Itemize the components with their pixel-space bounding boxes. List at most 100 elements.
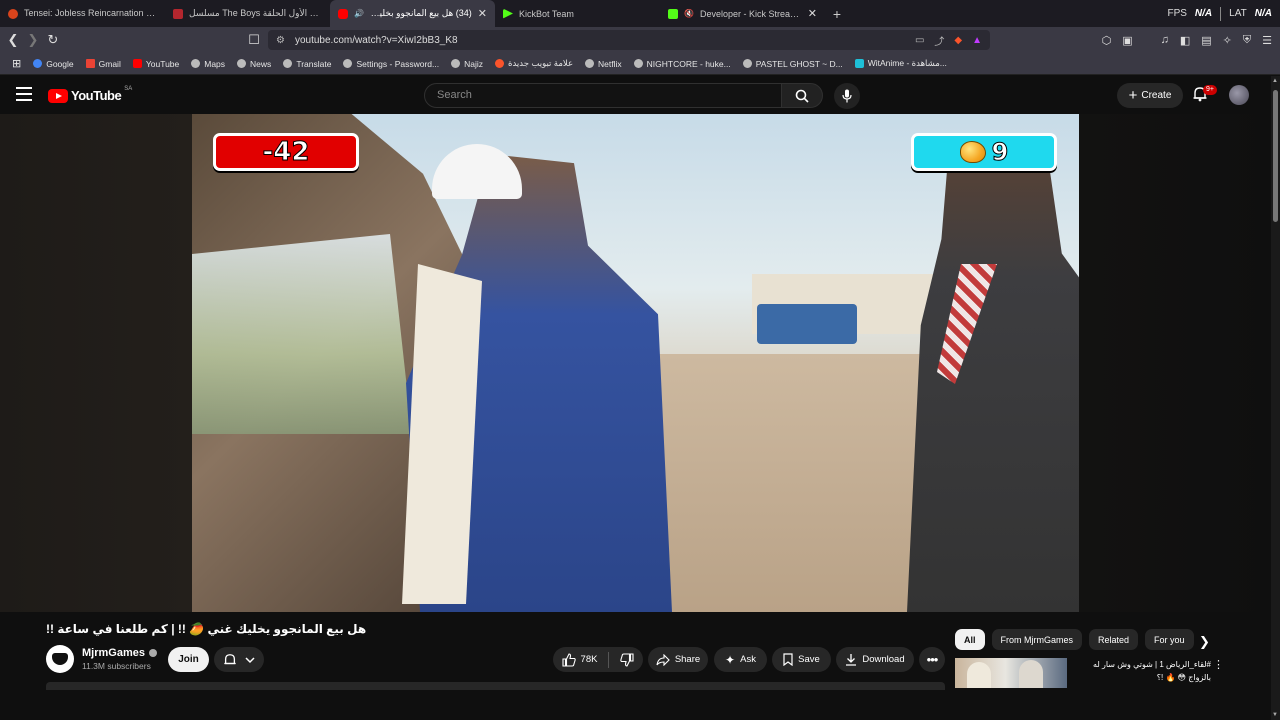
like-count[interactable]: 78K — [581, 654, 598, 665]
scrollbar-thumb[interactable] — [1273, 90, 1278, 222]
share-page-icon[interactable]: ⤴ — [934, 33, 944, 48]
channel-name-row[interactable]: MjrmGames — [82, 647, 157, 659]
bookmarks-bar: ⊞ Google Gmail YouTube Maps News Transla… — [0, 53, 1280, 75]
media-icon[interactable]: ♫ — [1161, 34, 1169, 46]
subscribed-notifications-button[interactable] — [214, 647, 264, 672]
new-tab-button[interactable]: + — [825, 0, 849, 27]
bookmark-label: Najiz — [464, 58, 484, 69]
bookmark-item[interactable]: Google — [27, 59, 79, 69]
video-title: هل بيع المانجوو يخليك غني 🥭 !! | كم طلعن… — [46, 622, 367, 636]
download-button[interactable]: Download — [836, 647, 914, 672]
video-player[interactable]: -42 9 — [192, 114, 1079, 612]
lat-value: N/A — [1254, 8, 1272, 19]
tab-title: KickBot Team — [519, 8, 574, 19]
brave-shield-icon[interactable]: ◆ — [954, 35, 962, 46]
browser-tab-active[interactable]: 🔊 (34) هل بيع المانجوو بخليك غني ✕ — [330, 0, 495, 27]
address-bar[interactable]: ⚙ youtube.com/watch?v=XiwI2bB3_K8 ▭ ⤴ ◆ … — [268, 30, 990, 50]
bookmark-item[interactable]: WitAnime - مشاهدة... — [849, 58, 953, 69]
vpn-icon[interactable]: ⛨ — [1243, 34, 1251, 47]
join-button[interactable]: Join — [168, 647, 209, 672]
browser-tab[interactable]: 🔇 Developer - Kick Streaming ✕ — [660, 0, 825, 27]
leo-ai-icon[interactable]: ✧ — [1223, 34, 1232, 47]
chip-related[interactable]: Related — [1089, 629, 1139, 650]
search-button[interactable] — [781, 83, 823, 108]
bookmark-item[interactable]: Najiz — [445, 59, 489, 69]
video-frame-truck — [757, 304, 857, 344]
tab-title: Tensei: Jobless Reincarnation شاهد — [24, 8, 157, 18]
bookmark-item[interactable]: Settings - Password... — [337, 59, 445, 69]
bookmark-item[interactable]: علامة تبويب جديدة — [489, 58, 579, 69]
url-text[interactable]: youtube.com/watch?v=XiwI2bB3_K8 — [295, 35, 905, 46]
mango-icon — [959, 141, 986, 163]
browser-tab[interactable]: Tensei: Jobless Reincarnation شاهد — [0, 0, 165, 27]
rewards-icon[interactable]: ▲ — [972, 35, 982, 46]
fps-value: N/A — [1194, 8, 1213, 19]
channel-avatar[interactable] — [46, 645, 74, 673]
sidebar-icon[interactable]: ◧ — [1180, 34, 1190, 47]
reader-mode-icon[interactable]: ▣ — [1122, 34, 1132, 47]
account-avatar[interactable] — [1229, 85, 1249, 105]
close-tab-icon[interactable]: ✕ — [808, 7, 817, 20]
site-info-icon[interactable]: ⚙ — [276, 35, 285, 46]
description-box[interactable] — [46, 682, 945, 690]
hamburger-menu-icon[interactable] — [16, 87, 32, 101]
like-icon[interactable] — [561, 652, 576, 667]
share-button[interactable]: Share — [648, 647, 708, 672]
wallet-icon[interactable]: ▤ — [1201, 34, 1211, 47]
youtube-play-icon — [48, 88, 68, 103]
chip-for-you[interactable]: For you — [1145, 629, 1194, 650]
bookmark-item[interactable]: News — [231, 59, 277, 69]
reload-icon[interactable]: ↻ — [43, 30, 63, 50]
bookmark-item[interactable]: PASTEL GHOST ~ D... — [737, 59, 849, 69]
bookmark-item[interactable]: YouTube — [127, 59, 185, 69]
video-frame-person-right — [907, 134, 1079, 612]
extensions-area: ⬡ ▣ ♫ ◧ ▤ ✧ ⛨ ☰ — [1102, 30, 1272, 50]
recommendation-thumbnail[interactable] — [955, 658, 1067, 688]
bookmark-item[interactable]: Translate — [277, 59, 337, 69]
close-tab-icon[interactable]: ✕ — [478, 7, 487, 20]
browser-tab[interactable]: KickBot Team — [495, 0, 660, 27]
apps-grid-icon[interactable]: ⊞ — [6, 57, 27, 70]
back-icon[interactable]: ❮ — [3, 30, 23, 50]
recommendation-title[interactable]: #لقاء_الرياض 1 | شوتي وش سار له بالزواج … — [1071, 658, 1211, 684]
scroll-down-arrow-icon[interactable]: ▼ — [1272, 712, 1278, 718]
globe-icon — [191, 59, 201, 68]
create-button[interactable]: + Create — [1117, 83, 1183, 108]
voice-search-button[interactable] — [834, 83, 860, 109]
fps-label: FPS — [1167, 8, 1187, 19]
tab-title: (34) هل بيع المانجوو بخليك غني — [370, 8, 472, 18]
page-scrollbar[interactable]: ▲ ▼ — [1271, 76, 1280, 720]
save-button[interactable]: Save — [772, 647, 831, 672]
bookmark-item[interactable]: Netflix — [579, 59, 628, 69]
bookmark-item[interactable]: NIGHTCORE - huke... — [628, 59, 737, 69]
bookmark-page-icon[interactable]: ☐ — [244, 30, 264, 50]
youtube-logo[interactable]: YouTube SA — [48, 86, 132, 103]
google-icon — [33, 59, 43, 68]
menu-icon[interactable]: ☰ — [1262, 34, 1272, 47]
muted-speaker-icon[interactable]: 🔇 — [684, 9, 694, 18]
bookmark-label: Google — [46, 58, 74, 69]
chevron-right-icon[interactable]: ❯ — [1199, 634, 1210, 650]
search-input[interactable]: Search — [424, 83, 782, 108]
chip-all[interactable]: All — [955, 629, 985, 650]
channel-name[interactable]: MjrmGames — [82, 647, 145, 659]
more-actions-button[interactable]: ••• — [919, 647, 945, 672]
speaker-icon[interactable]: 🔊 — [354, 9, 364, 18]
extension-icon[interactable]: ⬡ — [1102, 34, 1112, 47]
divider — [608, 651, 610, 668]
download-label: Download — [862, 654, 905, 665]
channel-logo-icon — [52, 653, 68, 665]
ask-button[interactable]: ✦ Ask — [714, 647, 767, 672]
more-vertical-icon[interactable]: ⋮ — [1213, 658, 1224, 671]
chip-from-channel[interactable]: From MjrmGames — [991, 629, 1083, 650]
globe-icon — [742, 59, 752, 68]
forward-icon[interactable]: ❯ — [23, 30, 43, 50]
bookmark-label: Netflix — [598, 58, 622, 69]
brave-icon — [495, 59, 505, 68]
bookmark-item[interactable]: Gmail — [80, 59, 127, 69]
browser-tab[interactable]: مسلسل The Boys الموسم الأول الحلقة — [165, 0, 330, 27]
dislike-icon[interactable] — [620, 652, 635, 667]
bookmark-item[interactable]: Maps — [185, 59, 231, 69]
scroll-up-arrow-icon[interactable]: ▲ — [1272, 78, 1278, 84]
install-app-icon[interactable]: ▭ — [915, 35, 924, 46]
